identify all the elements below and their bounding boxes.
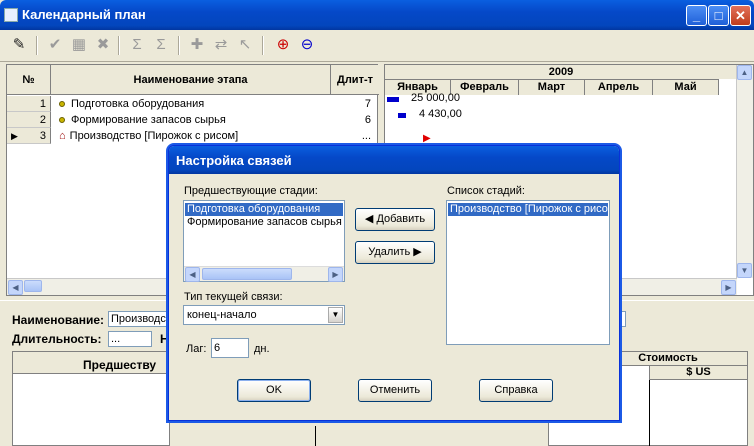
row-number: 1 bbox=[7, 96, 51, 112]
scroll-up-icon[interactable]: ▲ bbox=[737, 65, 752, 80]
stage-name: Производство [Пирожок с рисом] bbox=[69, 130, 239, 142]
remove-button[interactable]: Удалить ▶ bbox=[355, 241, 435, 264]
gantt-bar[interactable] bbox=[387, 97, 399, 102]
gantt-bar-label: 4 430,00 bbox=[419, 108, 462, 120]
help-button[interactable]: Справка bbox=[479, 379, 553, 402]
gantt-bar[interactable] bbox=[397, 113, 406, 118]
edit-icon[interactable]: ✎ bbox=[8, 34, 30, 56]
duration-label: Длительность: bbox=[12, 332, 102, 346]
lag-unit: дн. bbox=[254, 343, 270, 355]
close-button[interactable]: ✕ bbox=[730, 5, 751, 26]
duration-field[interactable]: ... bbox=[108, 331, 152, 347]
month-header: Февраль bbox=[451, 79, 519, 95]
month-header: Апрель bbox=[585, 79, 653, 95]
lag-label: Лаг: bbox=[186, 343, 207, 355]
scroll-left-icon[interactable]: ◀ bbox=[185, 267, 200, 282]
zoom-out-icon[interactable]: ⊖ bbox=[296, 34, 318, 56]
name-field[interactable]: Производство bbox=[108, 311, 170, 327]
scroll-left-icon[interactable]: ◀ bbox=[8, 280, 23, 295]
sum-down-icon[interactable]: Σ bbox=[126, 34, 148, 56]
scroll-right-icon[interactable]: ▶ bbox=[328, 267, 343, 282]
arrow-left-icon: ◀ bbox=[364, 213, 377, 225]
grid-icon[interactable]: ▦ bbox=[68, 34, 90, 56]
maximize-button[interactable]: □ bbox=[708, 5, 729, 26]
links-dialog: Настройка связей Предшествующие стадии: … bbox=[168, 145, 620, 421]
col-num-header[interactable]: № bbox=[7, 65, 51, 95]
row-number: 2 bbox=[7, 112, 51, 128]
stage-duration: ... bbox=[361, 130, 371, 142]
list-item[interactable]: Подготовка оборудования bbox=[185, 203, 343, 216]
scroll-down-icon[interactable]: ▼ bbox=[737, 263, 752, 278]
stage-name: Подготовка оборудования bbox=[71, 98, 205, 110]
link-type-label: Тип текущей связи: bbox=[184, 291, 283, 303]
add-stage-icon[interactable]: ✚ bbox=[186, 34, 208, 56]
prev-stages-label: Предшествующие стадии: bbox=[184, 185, 318, 197]
cancel-button[interactable]: Отменить bbox=[358, 379, 432, 402]
factory-icon: ⌂ bbox=[59, 130, 66, 142]
lag-input[interactable]: 6 bbox=[211, 338, 249, 358]
stage-name: Формирование запасов сырья bbox=[71, 114, 226, 126]
stages-list[interactable]: Производство [Пирожок с рисо bbox=[446, 200, 610, 345]
dialog-title: Настройка связей bbox=[169, 146, 619, 174]
gantt-vertical-scrollbar[interactable]: ▲ ▼ bbox=[736, 65, 753, 278]
window-title-bar: Календарный план _ □ ✕ bbox=[0, 0, 754, 30]
zoom-in-icon[interactable]: ⊕ bbox=[272, 34, 294, 56]
stage-duration: 7 bbox=[364, 98, 371, 110]
gantt-bar-label: 25 000,00 bbox=[411, 92, 460, 104]
prev-stages-list[interactable]: Подготовка оборудования Формирование зап… bbox=[183, 200, 345, 282]
chevron-down-icon[interactable]: ▼ bbox=[328, 307, 343, 323]
scroll-right-icon[interactable]: ▶ bbox=[721, 280, 736, 295]
month-header: Март bbox=[519, 79, 585, 95]
sum-up-icon[interactable]: Σ bbox=[150, 34, 172, 56]
predecessors-table: Предшеству bbox=[12, 351, 170, 446]
arrow-right-icon: ▶ bbox=[410, 246, 422, 258]
table-row[interactable]: 2 Формирование запасов сырья 6 bbox=[7, 112, 379, 128]
ok-button[interactable]: OK bbox=[237, 379, 311, 402]
scroll-thumb[interactable] bbox=[24, 280, 42, 292]
stage-bullet-icon bbox=[59, 117, 65, 124]
delete-icon[interactable]: ✖ bbox=[92, 34, 114, 56]
row-number: ▶ 3 bbox=[7, 128, 51, 144]
current-row-arrow-icon: ▶ bbox=[11, 131, 18, 141]
minimize-button[interactable]: _ bbox=[686, 5, 707, 26]
table-row[interactable]: ▶ 3 ⌂ Производство [Пирожок с рисом] ... bbox=[7, 128, 379, 144]
check-icon[interactable]: ✔ bbox=[44, 34, 66, 56]
window-title: Календарный план bbox=[22, 7, 146, 22]
link-icon[interactable]: ⇄ bbox=[210, 34, 232, 56]
pointer-icon[interactable]: ↖ bbox=[234, 34, 256, 56]
list-item[interactable]: Формирование запасов сырья bbox=[185, 216, 343, 229]
predecessors-header: Предшеству bbox=[13, 352, 169, 374]
name-label: Наименование: bbox=[12, 313, 105, 327]
toolbar: ✎ ✔ ▦ ✖ Σ Σ ✚ ⇄ ↖ ⊕ ⊖ bbox=[0, 30, 754, 62]
app-icon bbox=[4, 8, 18, 22]
link-type-select[interactable]: конец-начало ▼ bbox=[183, 305, 345, 325]
stage-duration: 6 bbox=[364, 114, 371, 126]
col-name-header[interactable]: Наименование этапа bbox=[51, 65, 331, 95]
scroll-thumb[interactable] bbox=[202, 268, 292, 280]
month-header: Май bbox=[653, 79, 719, 95]
milestone-flag-icon: ▶ bbox=[423, 133, 431, 144]
col-duration-header[interactable]: Длит-т bbox=[331, 65, 379, 95]
add-button[interactable]: ◀ Добавить bbox=[355, 208, 435, 231]
stage-bullet-icon bbox=[59, 101, 65, 108]
currency-header: $ US bbox=[649, 366, 747, 380]
list-item[interactable]: Производство [Пирожок с рисо bbox=[448, 203, 608, 216]
stages-list-label: Список стадий: bbox=[447, 185, 525, 197]
table-row[interactable]: 1 Подготовка оборудования 7 bbox=[7, 96, 379, 112]
list-horizontal-scrollbar[interactable]: ◀ ▶ bbox=[184, 266, 344, 282]
gantt-year: 2009 bbox=[385, 65, 737, 79]
